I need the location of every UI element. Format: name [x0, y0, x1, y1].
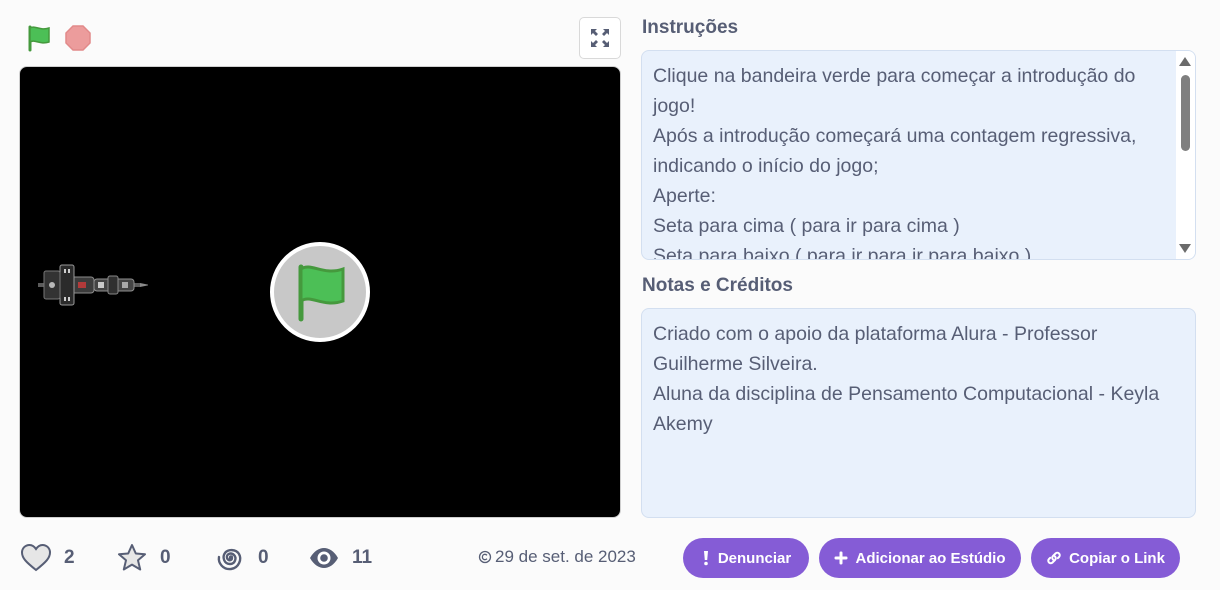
project-stage[interactable]	[19, 66, 621, 518]
favorite-count: 0	[160, 547, 171, 568]
heart-icon[interactable]	[18, 540, 54, 576]
report-button[interactable]: Denunciar	[683, 538, 809, 578]
green-flag-icon	[298, 264, 345, 322]
exclamation-icon	[703, 551, 708, 566]
copy-link-button[interactable]: Copiar o Link	[1031, 538, 1180, 578]
notes-box[interactable]: Criado com o apoio da plataforma Alura -…	[641, 308, 1196, 518]
instructions-box[interactable]: Clique na bandeira verde para começar a …	[641, 50, 1196, 260]
eye-icon	[306, 540, 342, 576]
stop-sign-icon	[65, 25, 91, 51]
views-count: 11	[352, 547, 373, 568]
love-count: 2	[64, 547, 75, 568]
report-label: Denunciar	[717, 549, 792, 567]
love-stat[interactable]: 2	[18, 540, 75, 576]
favorite-stat[interactable]: 0	[114, 540, 171, 576]
copy-link-label: Copiar o Link	[1069, 549, 1165, 567]
plus-icon	[834, 551, 848, 565]
date-text: 29 de set. de 2023	[495, 547, 636, 566]
add-to-studio-label: Adicionar ao Estúdio	[855, 549, 1006, 567]
stop-button[interactable]	[62, 22, 94, 54]
scroll-down-arrow-icon[interactable]	[1179, 244, 1191, 253]
instructions-title: Instruções	[642, 17, 739, 38]
notes-text: Criado com o apoio da plataforma Alura -…	[653, 323, 1160, 435]
link-icon	[1047, 551, 1061, 565]
star-icon[interactable]	[114, 540, 150, 576]
notes-title: Notas e Créditos	[642, 275, 793, 296]
start-overlay-button[interactable]	[270, 242, 370, 342]
remix-spiral-icon	[212, 540, 248, 576]
copyright-icon	[478, 550, 492, 564]
views-stat: 11	[306, 540, 372, 576]
remix-count: 0	[258, 547, 269, 568]
share-date: 29 de set. de 2023	[478, 547, 636, 567]
instructions-scrollbar[interactable]	[1176, 51, 1195, 259]
fullscreen-button[interactable]	[579, 17, 621, 59]
remix-stat: 0	[212, 540, 269, 576]
instructions-text: Clique na bandeira verde para começar a …	[653, 65, 1137, 260]
add-to-studio-button[interactable]: Adicionar ao Estúdio	[819, 538, 1021, 578]
scroll-thumb[interactable]	[1181, 75, 1190, 151]
fullscreen-icon	[591, 29, 609, 47]
spaceship-sprite	[38, 264, 148, 306]
green-flag-icon	[28, 25, 50, 52]
green-flag-button[interactable]	[22, 22, 56, 54]
scroll-up-arrow-icon[interactable]	[1179, 57, 1191, 66]
